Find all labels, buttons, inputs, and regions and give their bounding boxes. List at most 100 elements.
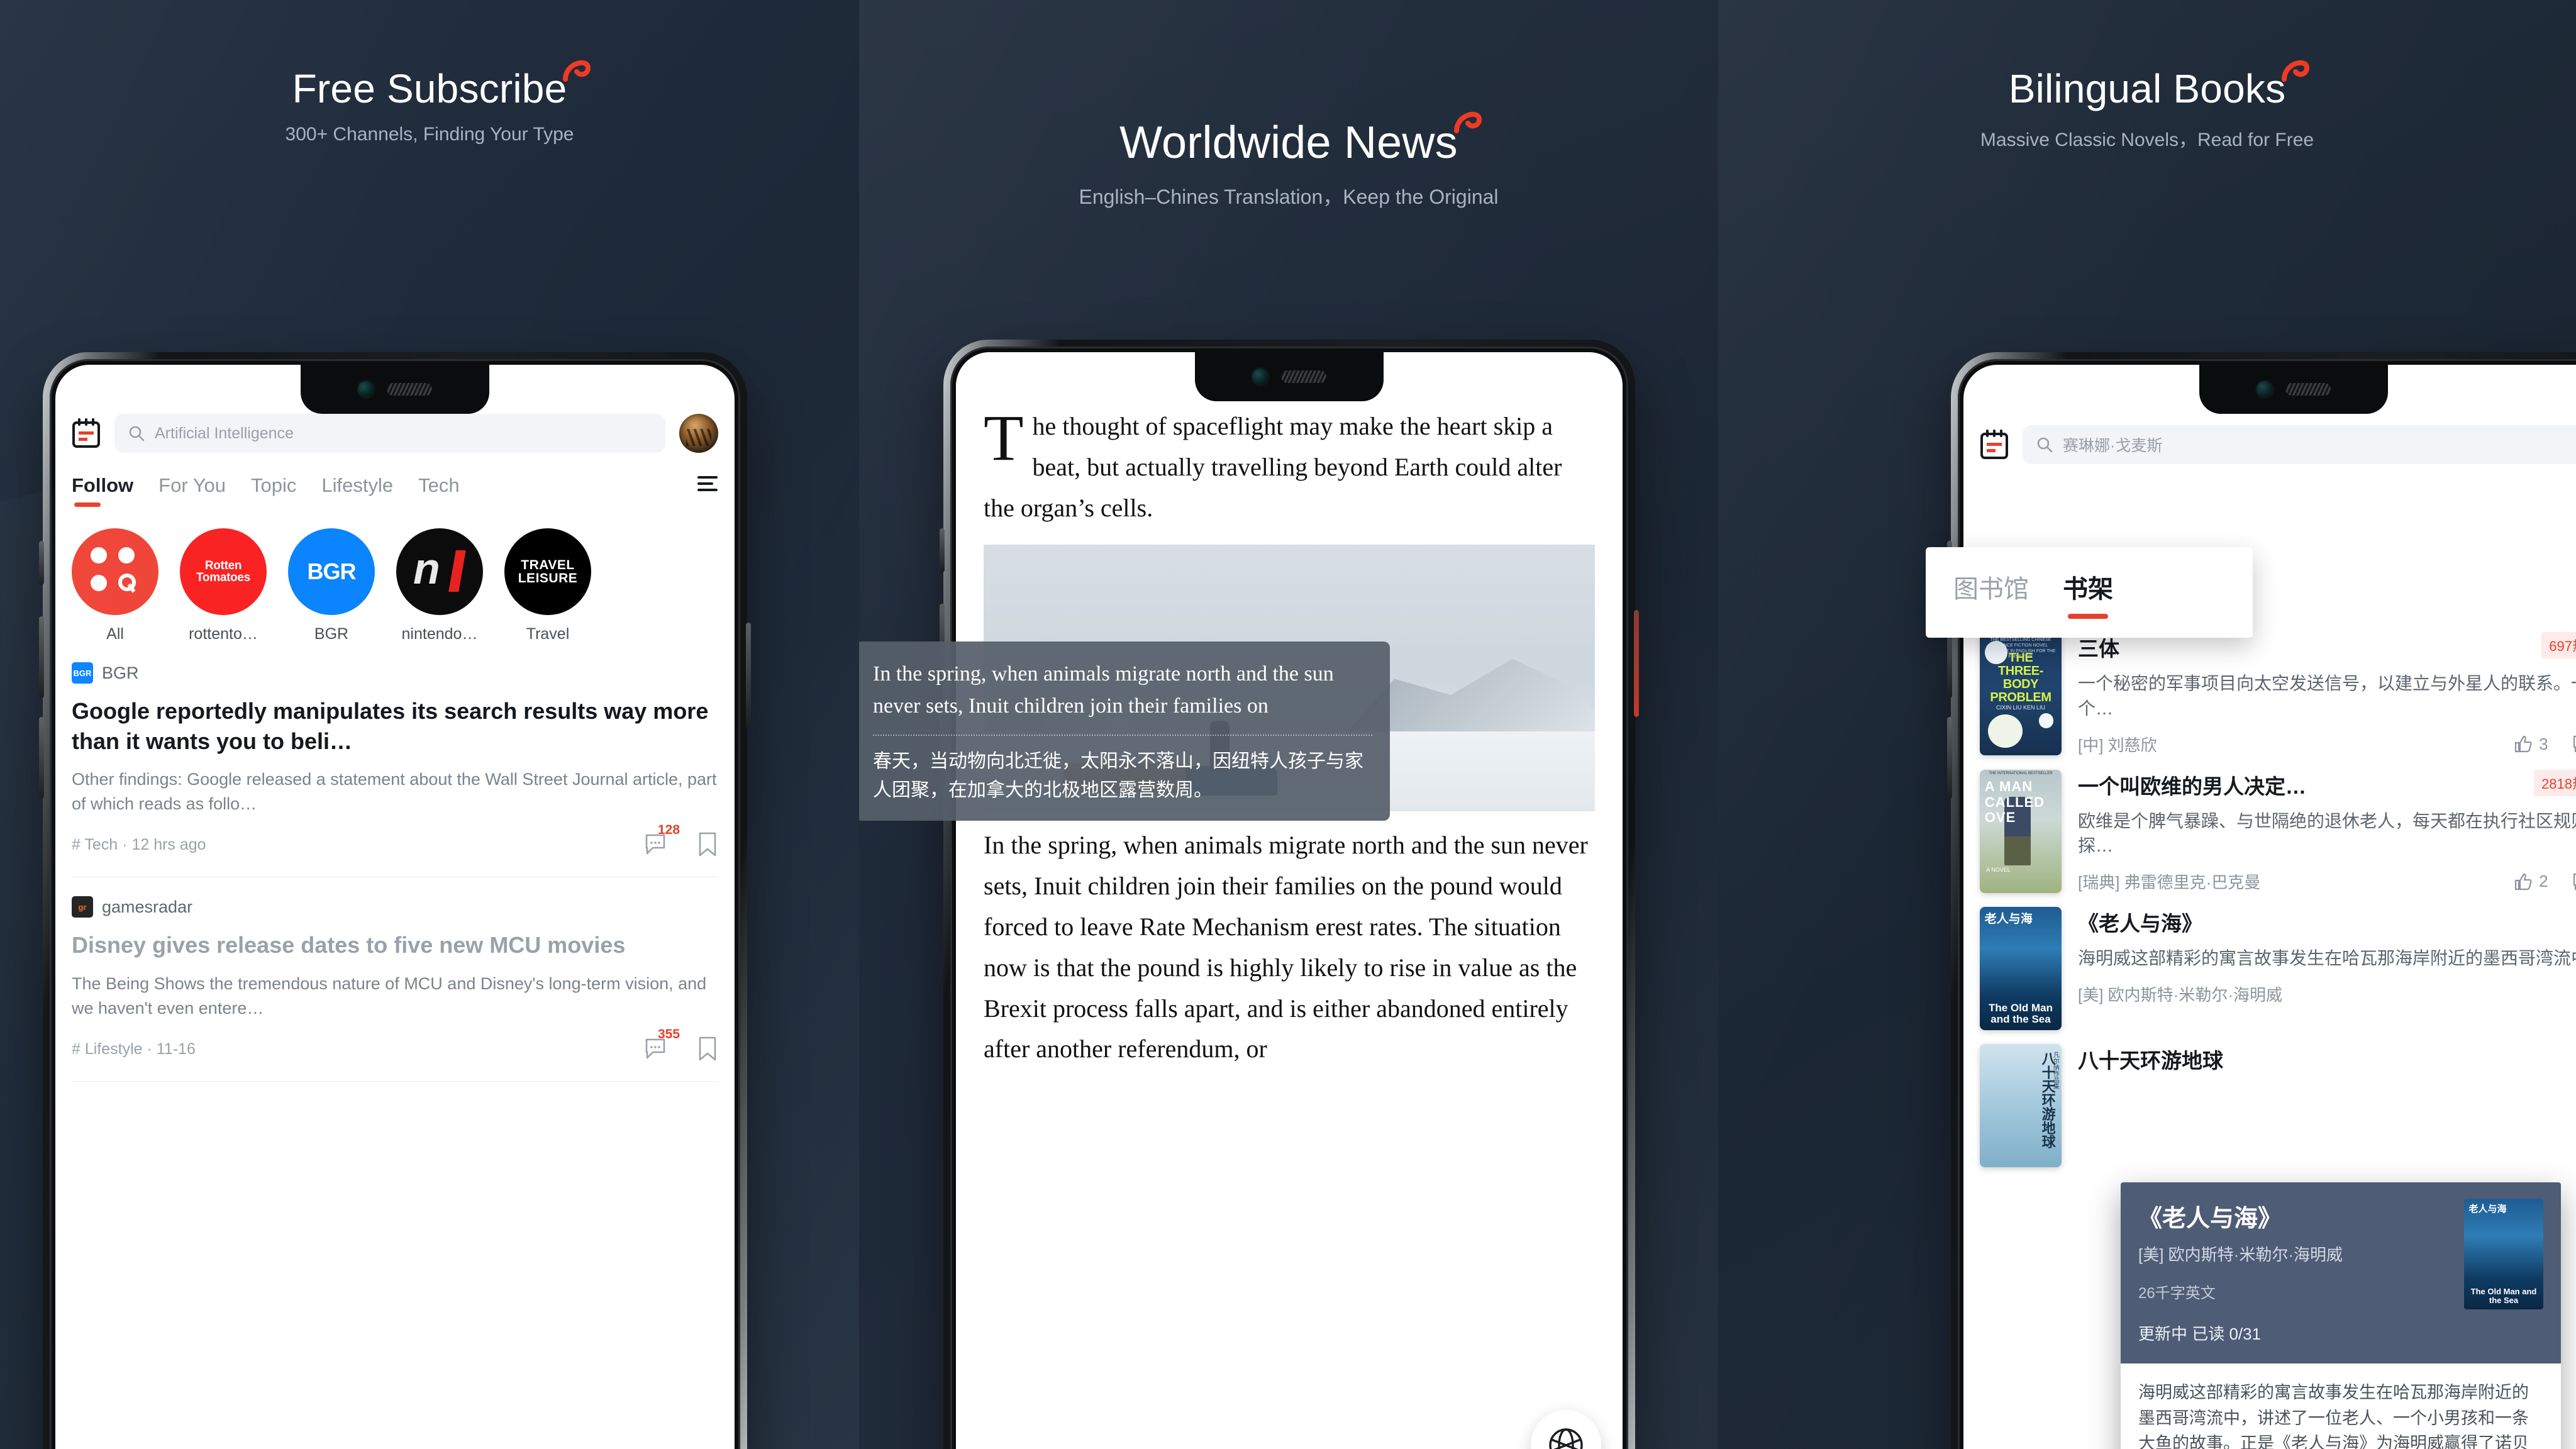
book-info: 八十天环游地球 (2078, 1044, 2576, 1167)
travel-leisure-wordmark: TRAVEL LEISURE (518, 557, 578, 586)
tab-for-you[interactable]: For You (158, 474, 226, 507)
article-card[interactable]: BGR BGR Google reportedly manipulates it… (55, 662, 735, 858)
book-row[interactable]: THE INTERNATIONAL BESTSELLER A MAN CALLE… (1963, 756, 2576, 894)
comment-button[interactable]: 355 (643, 1027, 680, 1061)
channel-item-bgr[interactable]: BGR BGR (288, 528, 375, 643)
article-paragraph-2: In the spring, when animals migrate nort… (984, 831, 1588, 1063)
popup-description: 海明威这部精彩的寓言故事发生在哈瓦那海岸附近的墨西哥湾流中，讲述了一位老人、一个… (2121, 1363, 2561, 1449)
cover-author-text: A NOVEL (1986, 867, 2011, 874)
popup-word-count: 26千字英文 (2138, 1285, 2216, 1302)
comment-button[interactable]: 0 (2572, 735, 2576, 754)
channel-logo-all (72, 528, 158, 615)
book-detail-popup[interactable]: 《老人与海》 [美] 欧内斯特·米勒尔·海明威 26千字英文 更新中 已读 0/… (2121, 1182, 2561, 1449)
article-tag-time: # Tech · 12 hrs ago (72, 835, 206, 853)
book-title-row: 一个叫欧维的男人决定… 2818热度 (2078, 769, 2576, 800)
tab-topic[interactable]: Topic (251, 474, 296, 507)
tab-for-you-label: For You (158, 474, 226, 496)
book-heat-badge: 697热度 (2541, 632, 2576, 658)
tab-lifestyle[interactable]: Lifestyle (321, 474, 393, 507)
popup-author: [美] 欧内斯特·米勒尔·海明威 (2138, 1245, 2343, 1264)
books-search-placeholder: 赛琳娜·戈麦斯 (2063, 437, 2163, 455)
panel1-heading: Free Subscribe 300+ Channels, Finding Yo… (0, 60, 859, 145)
book-meta-row: [美] 欧内斯特·米勒尔·海明威 (2078, 982, 2576, 1006)
tab-menu-icon[interactable] (697, 474, 718, 493)
book-title: 八十天环游地球 (2078, 1049, 2223, 1072)
book-author: [中] 刘慈欣 (2078, 735, 2157, 755)
segment-shelf[interactable]: 书架 (2063, 569, 2113, 619)
book-author: [瑞典] 弗雷德里克·巴克曼 (2078, 873, 2261, 892)
translation-tooltip[interactable]: In the spring, when animals migrate nort… (859, 641, 1390, 821)
search-input[interactable]: Artificial Intelligence (114, 414, 665, 453)
book-row[interactable]: 八十天环游地球 凡尔纳作品集 八十天环游地球 (1963, 1030, 2576, 1167)
swoosh-icon (563, 60, 591, 82)
channel-item-all[interactable]: All (72, 528, 158, 643)
news-tabs: Follow For You Topic Lifestyle Tech (55, 453, 735, 507)
feed-divider (72, 1081, 718, 1082)
book-cover: 八十天环游地球 凡尔纳作品集 (1980, 1044, 2062, 1167)
comment-button[interactable]: 0 (2572, 872, 2576, 891)
article-card[interactable]: gr gamesradar Disney gives release dates… (55, 896, 735, 1062)
segment-library[interactable]: 图书馆 (1953, 569, 2029, 619)
panel-bilingual-books: Bilingual Books Massive Classic Novels，R… (1718, 0, 2576, 1449)
avatar[interactable] (679, 414, 718, 453)
article-tag: # Lifestyle (72, 1040, 143, 1058)
drop-cap: T (984, 402, 1024, 474)
like-count: 2 (2539, 872, 2548, 891)
phone1-volume-down-button[interactable] (39, 717, 44, 799)
front-camera-icon (2257, 381, 2273, 397)
like-button[interactable]: 3 (2514, 735, 2548, 754)
channel-name: rottento… (189, 625, 258, 643)
book-info: 《老人与海》 海明威这部精彩的寓言故事发生在哈瓦那海岸附近的墨西哥湾流中… [美… (2078, 907, 2576, 1030)
phone2-mute-button[interactable] (940, 528, 945, 572)
phone1-notch (301, 365, 489, 414)
phone3-notch (2199, 365, 2388, 414)
phone3-volume-down-button[interactable] (1947, 717, 1952, 799)
channel-logo-travel: TRAVEL LEISURE (504, 528, 591, 615)
tab-follow[interactable]: Follow (72, 474, 133, 507)
book-info: 一个叫欧维的男人决定… 2818热度 欧维是个脾气暴躁、与世隔绝的退休老人，每天… (2078, 769, 2576, 894)
calendar-icon[interactable] (1980, 430, 2009, 460)
book-cover: THE BESTSELLING CHINESE SCIENCE FICTION … (1980, 632, 2062, 755)
article-tag-time: # Lifestyle · 11-16 (72, 1040, 196, 1058)
phone1-volume-up-button[interactable] (39, 616, 44, 698)
source-name: gamesradar (102, 897, 193, 916)
article-title[interactable]: Google reportedly manipulates its search… (72, 696, 718, 756)
article-title[interactable]: Disney gives release dates to five new M… (72, 930, 718, 960)
book-row[interactable]: 老人与海 The Old Man and the Sea 《老人与海》 海明威这… (1963, 893, 2576, 1030)
panel3-heading: Bilingual Books Massive Classic Novels，R… (1718, 60, 2576, 152)
channel-logo-nintendo: n (396, 528, 483, 615)
channel-item-nintendo[interactable]: n nintendo… (396, 528, 483, 643)
channel-item-rottentomatoes[interactable]: Rotten Tomatoes rottento… (180, 528, 267, 643)
channel-item-travel[interactable]: TRAVEL LEISURE Travel (504, 528, 591, 643)
channel-list: All Rotten Tomatoes rottento… BGR BGR n … (55, 507, 735, 643)
books-search-input[interactable]: 赛琳娜·戈麦斯 (2023, 425, 2576, 464)
phone2-notch (1195, 352, 1384, 401)
cover-title-text: THE THREE-BODY PROBLEM (1990, 651, 2051, 705)
segment-shelf-label: 书架 (2063, 575, 2113, 603)
comment-button[interactable]: 128 (643, 823, 680, 857)
tab-tech[interactable]: Tech (418, 474, 459, 507)
search-icon (129, 426, 145, 441)
phone1-mute-button[interactable] (39, 541, 44, 585)
library-shelf-segmented-control[interactable]: 图书馆 书架 (1926, 547, 2253, 638)
news-app-ui: Artificial Intelligence Follow For You T… (55, 365, 735, 1449)
cover-award-seal (1988, 714, 2023, 748)
tooltip-separator (873, 735, 1372, 736)
bookmark-icon[interactable] (697, 1036, 718, 1062)
book-description: 欧维是个脾气暴躁、与世隔绝的退休老人，每天都在执行社区规则、探… (2078, 811, 2576, 856)
comment-count: 128 (658, 823, 680, 838)
like-button[interactable]: 2 (2514, 872, 2548, 891)
translate-globe-button[interactable] (1531, 1410, 1601, 1449)
bookmark-icon[interactable] (697, 831, 718, 858)
popup-header: 《老人与海》 [美] 欧内斯特·米勒尔·海明威 26千字英文 更新中 已读 0/… (2121, 1182, 2561, 1363)
cover-title-text: A MAN CALLED OVE (1984, 779, 2045, 826)
panel3-title: Bilingual Books (2009, 60, 2310, 110)
book-row[interactable]: THE BESTSELLING CHINESE SCIENCE FICTION … (1963, 618, 2576, 756)
calendar-icon[interactable] (72, 418, 101, 448)
book-stats: 3 0 (2514, 735, 2576, 754)
panel2-heading: Worldwide News English–Chines Translatio… (859, 111, 1718, 210)
article-meta: # Lifestyle · 11-16 355 (72, 1027, 718, 1062)
phone2-power-button[interactable] (1634, 610, 1639, 717)
phone1-power-button[interactable] (746, 623, 751, 730)
like-count: 3 (2539, 734, 2548, 753)
